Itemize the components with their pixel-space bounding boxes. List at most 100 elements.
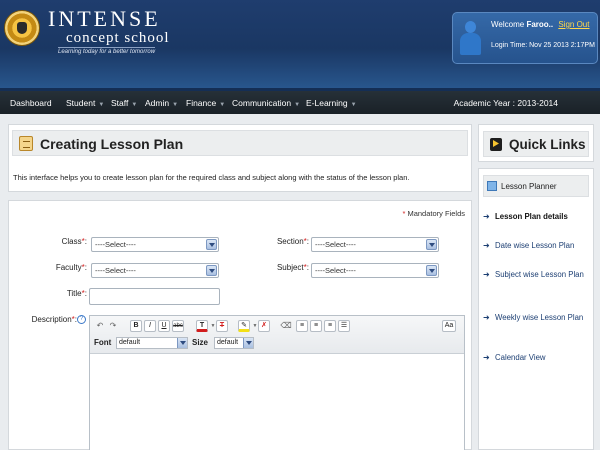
title-panel: Creating Lesson Plan This interface help… [8, 124, 472, 192]
eraser-icon[interactable]: ⌫ [280, 320, 292, 332]
quick-link-date-wise[interactable]: ➜ Date wise Lesson Plan [483, 240, 589, 251]
user-name: Faroo.. [526, 20, 554, 29]
section-select-value: ----Select---- [315, 240, 356, 249]
bold-button[interactable]: B [130, 320, 142, 332]
title-input[interactable] [89, 288, 220, 305]
welcome-text: Welcome Faroo.. Sign Out [491, 20, 589, 29]
main-nav: Dashboard Student ▼ Staff ▼ Admin ▼ Finance… [0, 88, 600, 114]
faculty-select[interactable]: ----Select---- [91, 263, 219, 278]
nav-admin[interactable]: Admin ▼ [145, 98, 178, 108]
lesson-planner-label: Lesson Planner [501, 182, 557, 191]
label-colon: : [84, 263, 87, 272]
faculty-label-text: Faculty [55, 263, 82, 272]
size-select-value: default [217, 339, 239, 346]
align-right-icon[interactable]: ≡ [324, 320, 336, 332]
class-select-value: ----Select---- [95, 240, 136, 249]
nav-dashboard[interactable]: Dashboard [10, 98, 52, 108]
label-colon: : [84, 237, 87, 246]
nav-communication[interactable]: Communication ▼ [232, 98, 300, 108]
dropdown-arrow-icon [243, 338, 253, 348]
nav-student[interactable]: Student ▼ [66, 98, 104, 108]
sign-out-link[interactable]: Sign Out [558, 20, 589, 29]
nav-elearning[interactable]: E-Learning ▼ [306, 98, 357, 108]
quick-links-title: Quick Links [509, 137, 586, 152]
bullet-list-icon[interactable]: ☰ [338, 320, 350, 332]
font-select[interactable]: default [116, 337, 188, 349]
editor-toolbar: ↶ ↷ B I U abc T ▼ T ✎ ▼ ✗ ⌫ ≡ ≡ ≡ ☰ Aa F… [90, 316, 464, 354]
italic-button[interactable]: I [144, 320, 156, 332]
user-avatar-icon [459, 21, 481, 57]
dropdown-arrow-icon [206, 265, 217, 276]
nav-dashboard-label: Dashboard [10, 98, 52, 108]
page-description: This interface helps you to create lesso… [13, 173, 410, 182]
quick-link-lesson-plan-details[interactable]: ➜ Lesson Plan details [483, 211, 589, 222]
lesson-planner-item[interactable]: Lesson Planner [483, 175, 589, 197]
chevron-down-icon: ▼ [172, 102, 179, 108]
undo-icon[interactable]: ↶ [94, 320, 106, 332]
section-label: Section*: [257, 237, 309, 246]
chevron-down-icon: ▼ [131, 102, 138, 108]
description-label-text: Description [31, 315, 72, 324]
size-select[interactable]: default [214, 337, 254, 349]
nav-finance-label: Finance [186, 98, 217, 108]
align-center-icon[interactable]: ≡ [310, 320, 322, 332]
quick-link-weekly-wise[interactable]: ➜ Weekly wise Lesson Plan [483, 312, 589, 323]
nav-staff-label: Staff [111, 98, 129, 108]
arrow-right-icon: ➜ [483, 270, 490, 279]
nav-finance[interactable]: Finance ▼ [186, 98, 225, 108]
subject-label: Subject*: [257, 263, 309, 272]
font-select-value: default [119, 339, 141, 346]
nav-staff[interactable]: Staff ▼ [111, 98, 137, 108]
quick-links-sidebar: Quick Links Lesson Planner ➜ Lesson Plan… [478, 124, 594, 450]
planner-icon [487, 181, 497, 191]
arrow-right-icon: ➜ [483, 313, 490, 322]
remove-highlight-icon[interactable]: ✗ [258, 320, 270, 332]
strikethrough-button[interactable]: abc [172, 320, 184, 332]
faculty-select-value: ----Select---- [95, 266, 136, 275]
font-size-button[interactable]: Aa [442, 320, 456, 332]
quick-link-subject-wise[interactable]: ➜ Subject wise Lesson Plan [483, 269, 589, 280]
arrow-right-icon: ➜ [483, 353, 490, 362]
quick-links-header: Quick Links [478, 124, 594, 162]
title-label-text: Title [66, 289, 82, 298]
dropdown-arrow-icon [426, 239, 437, 250]
class-select[interactable]: ----Select---- [91, 237, 219, 252]
section-select[interactable]: ----Select---- [311, 237, 439, 252]
lesson-plan-icon [19, 136, 33, 151]
required-mark: * [402, 209, 406, 218]
chevron-down-icon: ▼ [98, 102, 105, 108]
title-label: Title*: [39, 289, 87, 298]
class-label-text: Class [61, 237, 82, 246]
quick-link-calendar-view[interactable]: ➜ Calendar View [483, 352, 589, 363]
subject-select[interactable]: ----Select---- [311, 263, 439, 278]
main-content: Creating Lesson Plan This interface help… [8, 124, 472, 450]
redo-icon[interactable]: ↷ [107, 320, 119, 332]
chevron-down-icon: ▼ [350, 102, 357, 108]
description-label: Description*: [23, 315, 77, 324]
quick-link-label: Lesson Plan details [495, 212, 568, 221]
lesson-plan-form: * Mandatory Fields Class*: ----Select---… [8, 200, 472, 450]
section-label-text: Section [276, 237, 304, 246]
quick-link-label: Weekly wise Lesson Plan [495, 313, 584, 322]
nav-student-label: Student [66, 98, 96, 108]
editor-text-area[interactable] [90, 355, 464, 450]
school-logo[interactable] [4, 10, 40, 46]
title-bar: Creating Lesson Plan [12, 130, 468, 156]
faculty-label: Faculty*: [39, 263, 87, 272]
chevron-down-icon: ▼ [219, 102, 226, 108]
subject-label-text: Subject [276, 263, 304, 272]
brand-subtitle: concept school [66, 30, 170, 46]
dropdown-arrow-icon [177, 338, 187, 348]
label-colon: : [306, 237, 309, 246]
size-label: Size [192, 338, 209, 347]
align-left-icon[interactable]: ≡ [296, 320, 308, 332]
quick-link-label: Date wise Lesson Plan [495, 241, 575, 250]
help-icon[interactable]: ? [77, 315, 86, 324]
subject-select-value: ----Select---- [315, 266, 356, 275]
clear-format-button[interactable]: T [216, 320, 228, 332]
page-title: Creating Lesson Plan [40, 136, 184, 152]
class-label: Class*: [39, 237, 87, 246]
welcome-box: Welcome Faroo.. Sign Out Login Time: Nov… [452, 12, 598, 64]
underline-button[interactable]: U [158, 320, 170, 332]
nav-admin-label: Admin [145, 98, 170, 108]
